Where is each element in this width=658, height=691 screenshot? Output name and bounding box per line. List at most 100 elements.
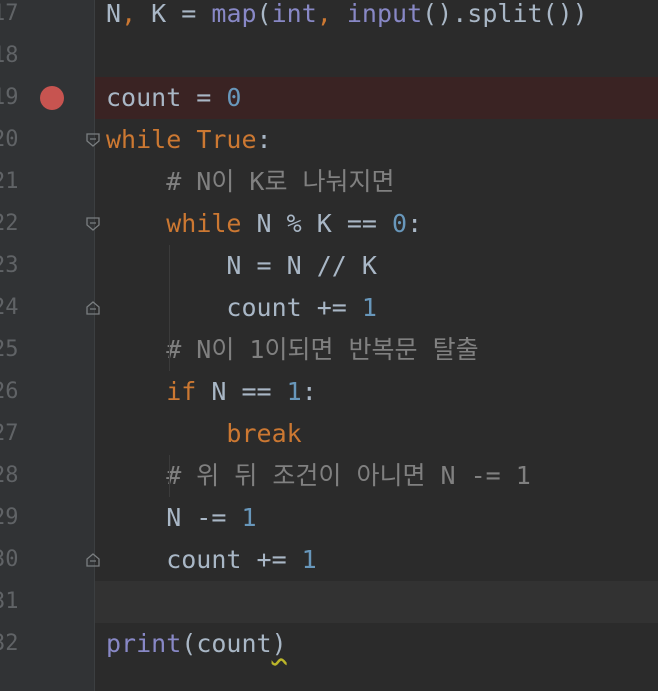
code-token: K = xyxy=(151,0,212,28)
line-number: 27 xyxy=(0,413,20,455)
line-number-text: 22 xyxy=(0,211,19,236)
code-token: : xyxy=(301,377,317,406)
breakpoint-icon[interactable] xyxy=(40,86,64,110)
line-number-text: 30 xyxy=(0,547,19,572)
code-line[interactable]: 31 xyxy=(0,581,658,623)
code-line[interactable]: 28 # 위 뒤 조건이 아니면 N -= 1 xyxy=(0,455,658,497)
code-token: 1 xyxy=(361,293,377,322)
fold-close-icon[interactable] xyxy=(86,553,100,567)
fold-open-icon[interactable] xyxy=(86,133,100,147)
code-text[interactable]: # N이 1이되면 반복문 탈출 xyxy=(95,329,658,371)
code-text[interactable]: N -= 1 xyxy=(95,497,658,539)
line-number: 31 xyxy=(0,581,20,623)
code-line[interactable]: 29 N -= 1 xyxy=(0,497,658,539)
code-text[interactable] xyxy=(95,581,658,623)
line-number: 28 xyxy=(0,455,20,497)
indent-guide xyxy=(169,245,171,371)
code-token: True xyxy=(196,125,257,154)
code-token: count = xyxy=(106,83,227,112)
line-number: 18 xyxy=(0,35,20,77)
code-token: N == xyxy=(211,377,287,406)
code-token: break xyxy=(226,419,302,448)
code-token: 1 xyxy=(286,377,302,406)
line-number: 29 xyxy=(0,497,20,539)
code-text[interactable]: # 위 뒤 조건이 아니면 N -= 1 xyxy=(95,455,658,497)
code-token: count += xyxy=(106,545,302,574)
code-text[interactable]: # N이 K로 나눠지면 xyxy=(95,161,658,203)
code-text[interactable]: break xyxy=(95,413,658,455)
code-token: 1 xyxy=(241,503,257,532)
line-number: 32 xyxy=(0,623,20,665)
code-token: ().split()) xyxy=(422,0,588,28)
code-token: while xyxy=(166,209,257,238)
indent-guide xyxy=(169,455,171,497)
code-token: N -= xyxy=(106,503,242,532)
code-line[interactable]: 25 # N이 1이되면 반복문 탈출 xyxy=(0,329,658,371)
code-token: ) xyxy=(271,629,287,658)
code-line[interactable]: 32 print(count) xyxy=(0,623,658,665)
line-number: 22 xyxy=(0,203,20,245)
code-line[interactable]: 17 N, K = map(int, input().split()) xyxy=(0,0,658,35)
code-line[interactable]: 18 xyxy=(0,35,658,77)
code-text[interactable]: while True: xyxy=(95,119,658,161)
code-line[interactable]: 20 while True: xyxy=(0,119,658,161)
code-token: N xyxy=(106,0,122,28)
line-number-text: 17 xyxy=(0,1,19,26)
code-token: while xyxy=(106,125,197,154)
code-text[interactable]: count += 1 xyxy=(95,539,658,581)
code-line[interactable]: 21 # N이 K로 나눠지면 xyxy=(0,161,658,203)
fold-close-icon[interactable] xyxy=(86,301,100,315)
fold-open-icon[interactable] xyxy=(86,217,100,231)
line-number: 24 xyxy=(0,287,20,329)
line-number-text: 27 xyxy=(0,421,19,446)
line-number-text: 31 xyxy=(0,589,19,614)
code-token: : xyxy=(256,125,272,154)
code-token: , xyxy=(121,0,152,28)
line-number: 23 xyxy=(0,245,20,287)
code-text[interactable] xyxy=(95,35,658,77)
code-text[interactable]: count += 1 xyxy=(95,287,658,329)
code-token: ( xyxy=(256,0,272,28)
line-number-text: 28 xyxy=(0,463,19,488)
line-number-text: 18 xyxy=(0,43,19,68)
code-token: 0 xyxy=(226,83,242,112)
code-line[interactable]: 30 count += 1 xyxy=(0,539,658,581)
code-token: : xyxy=(407,209,423,238)
code-token: N % K == xyxy=(256,209,392,238)
code-token: , xyxy=(316,0,347,28)
code-text[interactable]: N, K = map(int, input().split()) xyxy=(95,0,658,35)
line-number-text: 26 xyxy=(0,379,19,404)
code-token: int xyxy=(271,0,317,28)
code-token: 0 xyxy=(392,209,408,238)
code-text[interactable]: print(count) xyxy=(95,623,658,665)
line-number: 30 xyxy=(0,539,20,581)
line-number-text: 29 xyxy=(0,505,19,530)
code-token: N = N // K xyxy=(106,251,377,280)
line-number: 17 xyxy=(0,0,20,35)
code-line[interactable]: 24 count += 1 xyxy=(0,287,658,329)
code-line[interactable]: 26 if N == 1: xyxy=(0,371,658,413)
code-line[interactable]: 23 N = N // K xyxy=(0,245,658,287)
code-token: count += xyxy=(106,293,362,322)
code-token: print xyxy=(106,629,182,658)
code-token: # N이 1이되면 반복문 탈출 xyxy=(106,335,479,364)
line-number: 21 xyxy=(0,161,20,203)
code-text[interactable]: if N == 1: xyxy=(95,371,658,413)
code-editor[interactable]: 17 N, K = map(int, input().split()) 18 19 co… xyxy=(0,0,658,691)
line-number-text: 19 xyxy=(0,85,19,110)
line-number: 19 xyxy=(0,77,20,119)
code-line[interactable]: 19 count = 0 xyxy=(0,77,658,119)
code-text[interactable]: while N % K == 0: xyxy=(95,203,658,245)
code-text[interactable]: N = N // K xyxy=(95,245,658,287)
line-number-text: 20 xyxy=(0,127,19,152)
code-token: if xyxy=(166,377,212,406)
line-number-text: 25 xyxy=(0,337,19,362)
line-number-text: 32 xyxy=(0,631,19,656)
code-text[interactable]: count = 0 xyxy=(95,77,658,119)
code-line[interactable]: 22 while N % K == 0: xyxy=(0,203,658,245)
code-line[interactable]: 27 break xyxy=(0,413,658,455)
line-number: 26 xyxy=(0,371,20,413)
code-token: # N이 K로 나눠지면 xyxy=(106,167,395,196)
